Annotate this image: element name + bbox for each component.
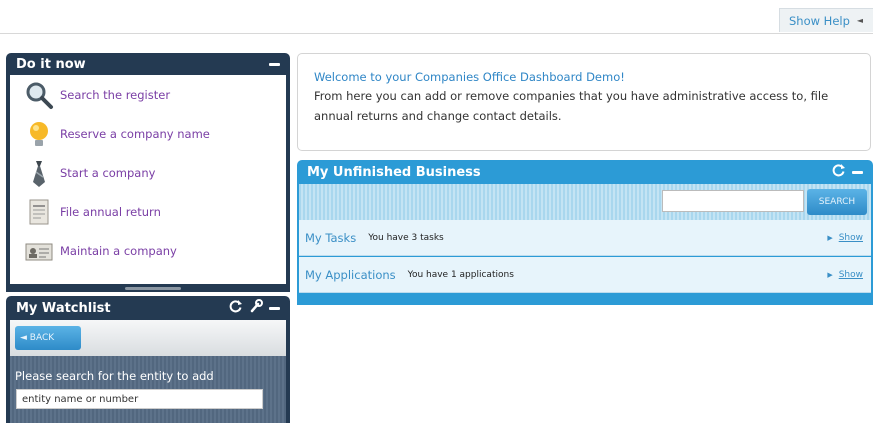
top-divider (0, 33, 873, 34)
action-label: Start a company (60, 165, 156, 180)
unfinished-business-header: My Unfinished Business (297, 160, 873, 184)
applications-row: My Applications You have 1 applications … (299, 257, 871, 293)
watchlist-panel: My Watchlist ◄ BACK Please search for th… (6, 296, 290, 423)
do-it-now-header: Do it now (6, 53, 290, 75)
watchlist-search-area: Please search for the entity to add (10, 356, 286, 423)
unfinished-business-panel: My Unfinished Business SEARCH My Tasks Y… (297, 160, 873, 305)
action-search-register[interactable]: Search the register (10, 75, 286, 114)
triangle-right-icon: ▶ (827, 270, 833, 279)
welcome-text: From here you can add or remove companie… (314, 89, 829, 123)
watchlist-search-input[interactable] (16, 389, 263, 409)
minimize-icon[interactable] (269, 306, 280, 310)
action-label: Search the register (60, 87, 171, 102)
action-label: File annual return (60, 204, 161, 219)
triangle-right-icon: ▶ (827, 233, 833, 242)
refresh-icon[interactable] (832, 163, 846, 181)
do-it-now-panel: Do it now Search the register Reserve a … (6, 53, 290, 292)
necktie-icon (24, 158, 54, 188)
show-help-button[interactable]: Show Help ◄ (779, 8, 873, 32)
watchlist-title: My Watchlist (16, 300, 111, 316)
tasks-detail: You have 3 tasks (368, 232, 444, 243)
my-tasks-link[interactable]: My Tasks (305, 231, 356, 245)
do-it-now-title: Do it now (16, 56, 86, 72)
minimize-icon[interactable] (852, 170, 863, 174)
action-label: Reserve a company name (60, 126, 210, 141)
action-reserve-name[interactable]: Reserve a company name (10, 114, 286, 153)
action-maintain-company[interactable]: Maintain a company (10, 231, 286, 270)
refresh-icon[interactable] (229, 299, 243, 317)
resize-handle[interactable] (125, 287, 181, 290)
arrow-left-icon: ◄ (856, 16, 864, 25)
show-tasks-link[interactable]: ▶ Show (827, 233, 863, 243)
unfinished-business-title: My Unfinished Business (307, 164, 481, 180)
lightbulb-icon (24, 119, 54, 149)
action-file-annual-return[interactable]: File annual return (10, 192, 286, 231)
applications-detail: You have 1 applications (407, 269, 514, 280)
welcome-box: Welcome to your Companies Office Dashboa… (297, 53, 871, 151)
wrench-icon[interactable] (249, 299, 263, 317)
watchlist-header: My Watchlist (6, 296, 290, 320)
minimize-icon[interactable] (269, 62, 280, 66)
watchlist-toolbar: ◄ BACK (10, 320, 286, 356)
show-label: Show (838, 232, 863, 243)
my-applications-link[interactable]: My Applications (305, 268, 396, 282)
document-icon (24, 197, 54, 227)
id-card-icon (24, 236, 54, 266)
search-button[interactable]: SEARCH (807, 189, 867, 215)
back-button[interactable]: ◄ BACK (15, 326, 81, 350)
show-help-label: Show Help (789, 13, 850, 28)
show-applications-link[interactable]: ▶ Show (827, 270, 863, 280)
action-start-company[interactable]: Start a company (10, 153, 286, 192)
watchlist-search-label: Please search for the entity to add (15, 369, 214, 383)
action-label: Maintain a company (60, 243, 177, 258)
business-search-bar: SEARCH (299, 184, 871, 220)
business-search-input[interactable] (662, 190, 804, 212)
tasks-row: My Tasks You have 3 tasks ▶ Show (299, 220, 871, 256)
do-it-now-body: Search the register Reserve a company na… (10, 75, 286, 284)
show-label: Show (838, 269, 863, 280)
magnifier-icon (24, 80, 54, 110)
welcome-title: Welcome to your Companies Office Dashboa… (314, 70, 625, 84)
